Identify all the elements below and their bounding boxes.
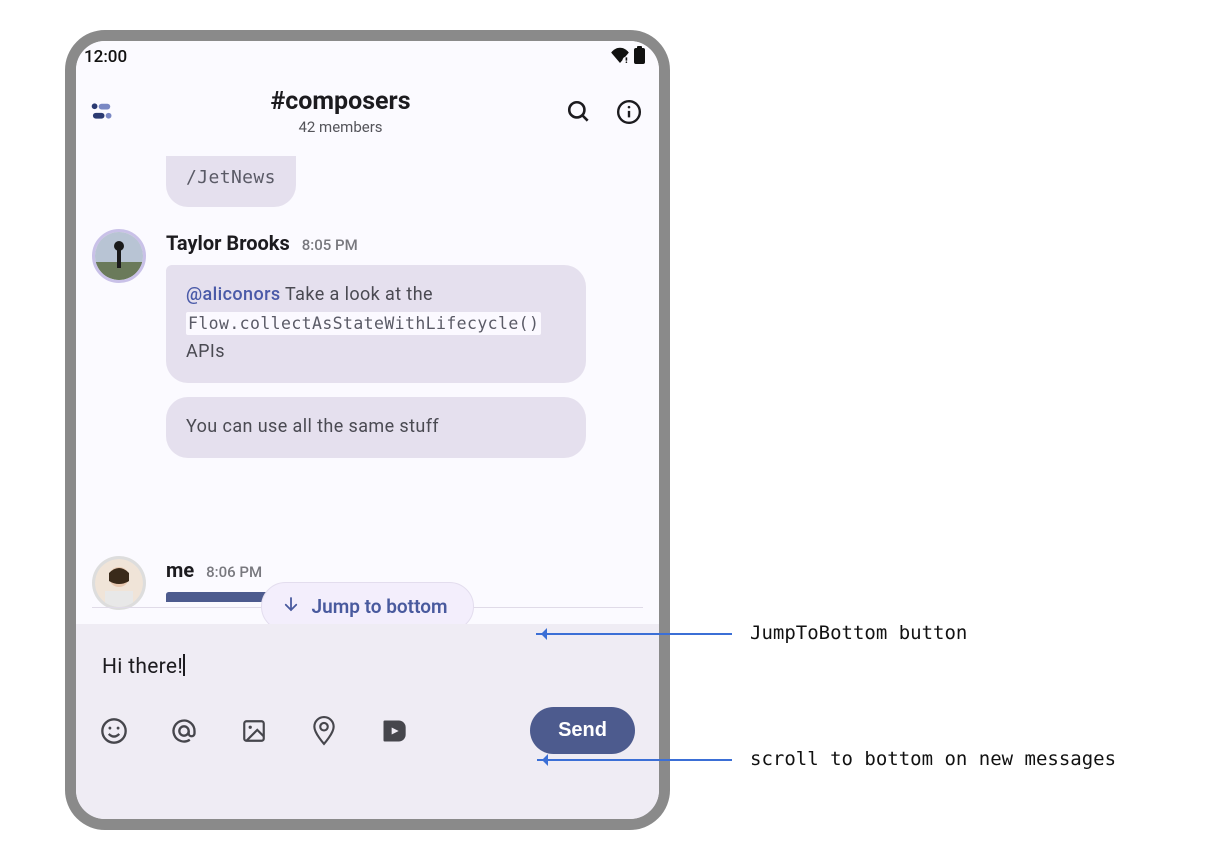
mention-icon[interactable] bbox=[170, 717, 198, 745]
status-time: 12:00 bbox=[84, 47, 127, 67]
message-input[interactable]: Hi there! bbox=[102, 655, 185, 679]
compose-panel: Hi there! Send bbox=[76, 624, 659, 819]
avatar[interactable] bbox=[92, 556, 146, 610]
message-row: Taylor Brooks 8:05 PM @aliconors Take a … bbox=[76, 225, 659, 476]
annotation-arrow bbox=[536, 633, 732, 635]
avatar[interactable] bbox=[92, 229, 146, 283]
info-button[interactable] bbox=[615, 98, 643, 126]
send-button[interactable]: Send bbox=[530, 707, 635, 754]
message-time: 8:05 PM bbox=[302, 236, 358, 254]
search-button[interactable] bbox=[565, 98, 593, 126]
emoji-icon[interactable] bbox=[100, 717, 128, 745]
message-bubble: @aliconors Take a look at the Flow.colle… bbox=[166, 265, 586, 383]
drawer-button[interactable] bbox=[88, 98, 116, 126]
status-bar: 12:00 bbox=[76, 41, 659, 71]
annotation-label: JumpToBottom button bbox=[750, 622, 967, 644]
duo-icon[interactable] bbox=[380, 717, 408, 745]
message-bubble: /JetNews bbox=[166, 156, 296, 207]
location-icon[interactable] bbox=[310, 717, 338, 745]
arrow-down-icon bbox=[282, 595, 300, 618]
wifi-icon bbox=[610, 47, 630, 68]
phone-frame: 12:00 #composers 42 members bbox=[65, 30, 670, 830]
message-partial: /JetNews bbox=[76, 152, 659, 225]
image-icon[interactable] bbox=[240, 717, 268, 745]
message-author: Taylor Brooks bbox=[166, 231, 290, 255]
app-bar: #composers 42 members bbox=[76, 71, 659, 152]
message-time: 8:06 PM bbox=[206, 563, 262, 581]
channel-members: 42 members bbox=[116, 118, 565, 136]
channel-title: #composers bbox=[116, 87, 565, 116]
message-author: me bbox=[166, 558, 194, 582]
mention[interactable]: @aliconors bbox=[186, 284, 281, 305]
annotation-arrow bbox=[537, 759, 732, 761]
annotation-label: scroll to bottom on new messages bbox=[750, 748, 1116, 770]
battery-icon bbox=[634, 46, 645, 69]
jump-label: Jump to bottom bbox=[312, 595, 448, 618]
message-bubble: You can use all the same stuff bbox=[166, 397, 586, 458]
code-span: Flow.collectAsStateWithLifecycle() bbox=[186, 312, 541, 335]
